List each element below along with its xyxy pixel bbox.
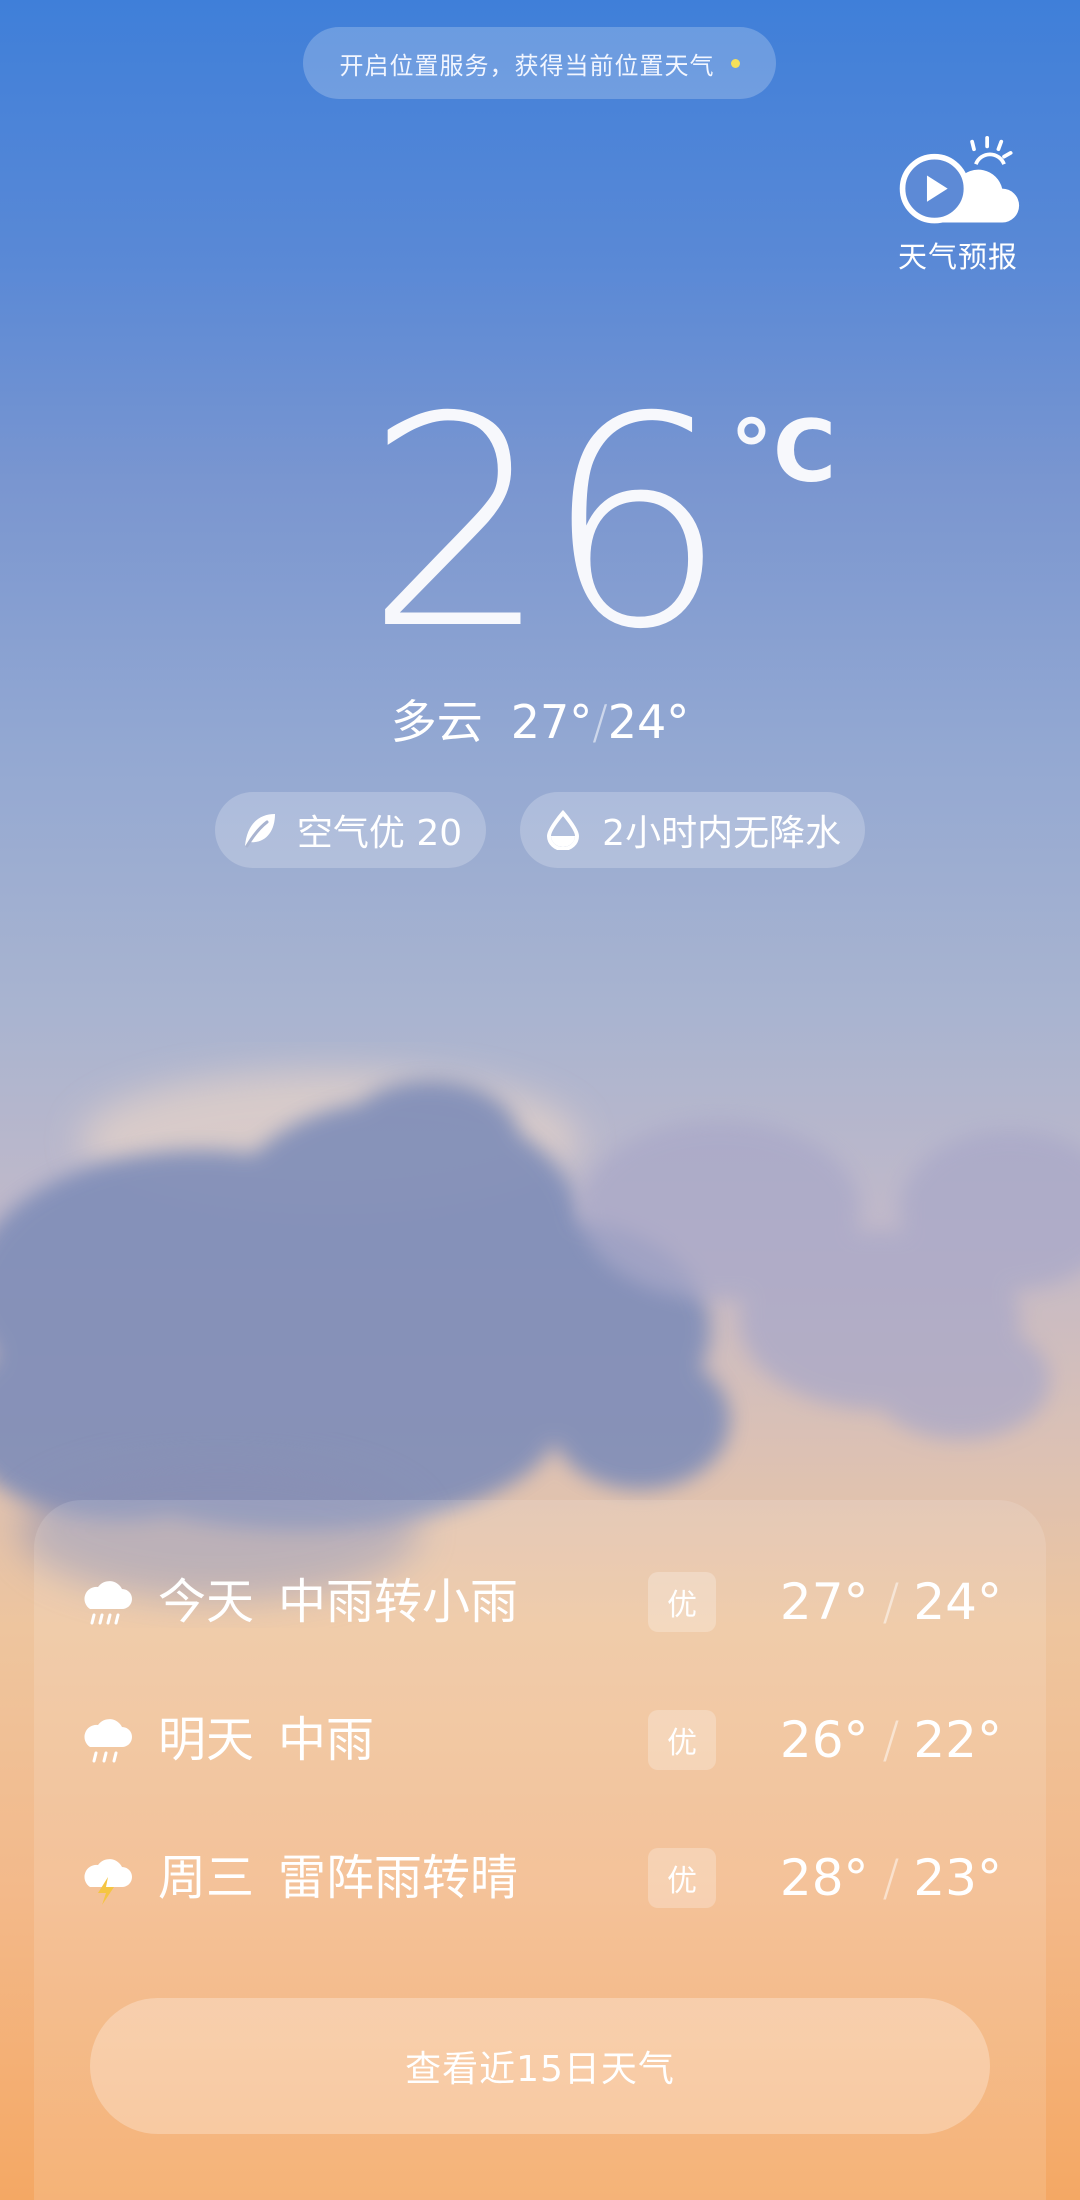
leaf-icon [241, 810, 277, 850]
location-service-banner[interactable]: 开启位置服务，获得当前位置天气 [303, 27, 776, 99]
forecast-card: 今天 中雨转小雨 优 27°/24° 明天 中雨 优 26°/22° 周三 雷阵… [34, 1500, 1046, 2200]
precipitation-label: 2小时内无降水 [602, 813, 842, 854]
aqi-badge: 优 [648, 1572, 716, 1632]
temp-separator: / [592, 695, 608, 749]
forecast-day: 明天 [158, 1712, 255, 1768]
forecast-temps: 28°/23° [780, 1845, 1002, 1911]
today-low: 24° [607, 695, 690, 749]
forecast-day: 今天 [158, 1574, 255, 1630]
view-15-day-forecast-button[interactable]: 查看近15日天气 [90, 1998, 990, 2134]
forecast-desc: 雷阵雨转晴 [278, 1850, 519, 1906]
location-banner-text: 开启位置服务，获得当前位置天气 [339, 51, 715, 80]
forecast-separator: / [882, 1573, 900, 1631]
current-condition: 多云 [390, 695, 483, 749]
current-temperature: 26 [365, 356, 728, 693]
forecast-separator: / [882, 1711, 900, 1769]
precipitation-chip[interactable]: 2小时内无降水 [520, 792, 866, 868]
play-sun-cloud-icon [899, 136, 1020, 224]
air-quality-label: 空气优 20 [296, 813, 463, 854]
forecast-video-label: 天气预报 [897, 240, 1018, 274]
today-high: 27° [510, 695, 593, 749]
forecast-low: 23° [913, 1849, 1002, 1907]
water-drop-icon [546, 810, 582, 850]
forecast-desc: 中雨转小雨 [278, 1574, 519, 1630]
aqi-badge: 优 [648, 1710, 716, 1770]
temperature-unit: °C [730, 402, 837, 502]
forecast-temps: 27°/24° [780, 1569, 1002, 1635]
weather-forecast-video-button[interactable]: 天气预报 [893, 136, 1023, 276]
forecast-high: 26° [779, 1711, 869, 1769]
rain-cloud-icon [84, 1581, 132, 1625]
notification-dot [730, 58, 740, 68]
condition-line: 多云 27°/24° [0, 686, 1080, 752]
forecast-high: 27° [779, 1573, 869, 1631]
forecast-row-wednesday[interactable]: 周三 雷阵雨转晴 优 28°/23° [34, 1833, 1046, 1923]
air-quality-chip[interactable]: 空气优 20 [214, 792, 487, 868]
forecast-low: 24° [913, 1573, 1002, 1631]
info-chips: 空气优 20 2小时内无降水 [0, 792, 1080, 868]
forecast-low: 22° [913, 1711, 1002, 1769]
forecast-desc: 中雨 [278, 1712, 375, 1768]
thunder-cloud-icon [84, 1859, 132, 1905]
weather-screen: 开启位置服务，获得当前位置天气 天气预报 26 °C 多云 27°/24° 空气… [0, 0, 1080, 2200]
aqi-badge: 优 [648, 1848, 716, 1908]
forecast-separator: / [882, 1849, 900, 1907]
forecast-high: 28° [779, 1849, 869, 1907]
forecast-row-tomorrow[interactable]: 明天 中雨 优 26°/22° [34, 1695, 1046, 1785]
rain-cloud-icon [84, 1719, 132, 1763]
forecast-day: 周三 [158, 1850, 255, 1906]
forecast-row-today[interactable]: 今天 中雨转小雨 优 27°/24° [34, 1557, 1046, 1647]
forecast-temps: 26°/22° [780, 1707, 1002, 1773]
current-temperature-block: 26 °C [0, 380, 1080, 680]
